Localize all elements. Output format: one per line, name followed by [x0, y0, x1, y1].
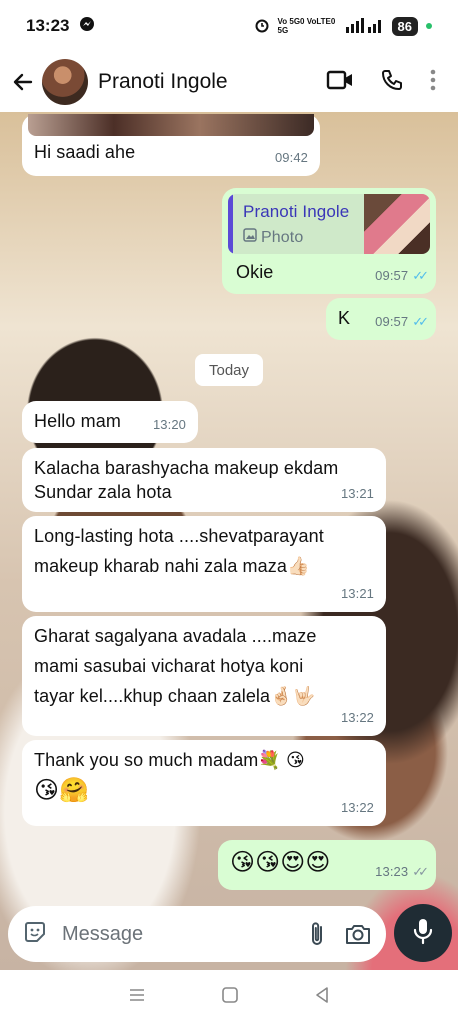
message-text-line: 😘🤗 [34, 777, 90, 804]
messenger-icon [79, 16, 95, 37]
message-text-line: makeup kharab nahi zala maza👍🏻 [34, 556, 310, 576]
read-ticks-icon: ✓✓ [412, 268, 429, 283]
mic-button[interactable] [394, 904, 452, 962]
status-time: 13:23 [26, 16, 70, 35]
message-bubble-incoming[interactable]: Long-lasting hota ....shevatparayant mak… [22, 516, 386, 612]
message-text: Hi saadi ahe [34, 142, 136, 162]
message-meta: 13:22 [341, 706, 374, 730]
message-time: 13:22 [340, 800, 374, 815]
message-text-line: Kalacha barashyacha makeup ekdam [34, 458, 339, 478]
quote-thumbnail [364, 194, 430, 254]
sticker-icon[interactable] [22, 919, 48, 950]
message-meta: 13:21 [341, 582, 374, 606]
read-ticks-icon: ✓✓ [412, 314, 429, 329]
message-time: 13:22 [340, 710, 374, 725]
contact-avatar[interactable] [42, 59, 88, 105]
message-bubble-outgoing[interactable]: Pranoti Ingole Photo Okie 09:57 ✓✓ [222, 188, 436, 294]
message-text-line: Thank you so much madam💐 😘 [34, 750, 305, 770]
message-text-line: Long-lasting hota ....shevatparayant [34, 526, 324, 546]
chat-header: Pranoti Ingole [0, 52, 458, 112]
recents-icon[interactable] [128, 987, 146, 1008]
battery-level: 86 [391, 16, 418, 36]
message-text: Okie [236, 262, 274, 282]
message-bubble-incoming[interactable]: Hi saadi ahe 09:42 [22, 114, 320, 176]
photo-preview[interactable] [28, 114, 314, 136]
attach-icon[interactable] [308, 920, 326, 948]
message-time: 13:20 [152, 417, 186, 432]
photo-icon [243, 226, 257, 250]
signal-icon [345, 17, 384, 36]
message-meta: 13:22 [341, 796, 374, 820]
message-bubble-incoming[interactable]: Kalacha barashyacha makeup ekdam Sundar … [22, 448, 386, 512]
status-right: Vo 5G0 VoLTE0 5G 86 [254, 16, 432, 36]
alarm-icon [254, 17, 270, 36]
message-meta: 13:23 ✓✓ [375, 860, 429, 884]
message-meta: 09:57 ✓✓ [375, 310, 429, 334]
message-time: 09:57 [375, 268, 409, 283]
back-nav-icon[interactable] [314, 986, 330, 1009]
camera-icon[interactable] [344, 922, 372, 946]
message-text: 😘😘😍😍 [230, 849, 331, 876]
message-meta: 09:57 ✓✓ [375, 264, 429, 288]
message-composer: Message [8, 906, 386, 962]
privacy-dot [426, 23, 432, 29]
network-label: Vo 5G0 VoLTE0 5G [277, 17, 336, 35]
contact-name[interactable]: Pranoti Ingole [98, 70, 228, 94]
message-bubble-outgoing[interactable]: 😘😘😍😍 13:23 ✓✓ [218, 840, 436, 890]
message-time: 13:21 [340, 486, 374, 501]
message-input[interactable]: Message [62, 923, 290, 946]
message-text: Hello mam [34, 411, 121, 431]
quote-type-label: Photo [261, 229, 304, 246]
message-time: 09:42 [274, 150, 308, 165]
message-text-line: Sundar zala hota [34, 482, 172, 502]
voice-call-icon[interactable] [380, 68, 404, 97]
message-meta: 13:21 [341, 482, 374, 506]
message-time: 13:21 [340, 586, 374, 601]
message-text-line: mami sasubai vicharat hotya koni [34, 656, 304, 676]
date-divider: Today [195, 354, 263, 386]
message-bubble-incoming[interactable]: Gharat sagalyana avadala ....maze mami s… [22, 616, 386, 736]
delivered-ticks-icon: ✓✓ [412, 864, 429, 879]
status-bar: 13:23 Vo 5G0 VoLTE0 5G 86 [0, 0, 458, 52]
back-arrow-icon[interactable] [8, 67, 38, 97]
message-time: 13:23 [375, 864, 409, 879]
header-actions [326, 68, 450, 97]
home-icon[interactable] [221, 986, 239, 1009]
message-meta: 13:20 [153, 413, 186, 437]
quote-text: Pranoti Ingole Photo [233, 194, 364, 254]
mic-icon [412, 917, 434, 950]
message-bubble-incoming[interactable]: Thank you so much madam💐 😘 😘🤗 13:22 [22, 740, 386, 826]
message-time: 09:57 [375, 314, 409, 329]
video-call-icon[interactable] [326, 69, 354, 96]
message-bubble-incoming[interactable]: Hello mam 13:20 [22, 401, 198, 443]
system-nav-bar [0, 970, 458, 1024]
message-text: K [338, 308, 351, 328]
more-vert-icon[interactable] [430, 69, 436, 96]
message-text-line: Gharat sagalyana avadala ....maze [34, 626, 317, 646]
quote-sender: Pranoti Ingole [243, 202, 350, 221]
message-text-line: tayar kel....khup chaan zalela🤞🏻🤟🏻 [34, 686, 316, 706]
message-bubble-outgoing[interactable]: K 09:57 ✓✓ [326, 298, 436, 340]
message-meta: 09:42 [275, 146, 308, 170]
quoted-message[interactable]: Pranoti Ingole Photo [228, 194, 430, 254]
quote-type: Photo [243, 226, 354, 250]
